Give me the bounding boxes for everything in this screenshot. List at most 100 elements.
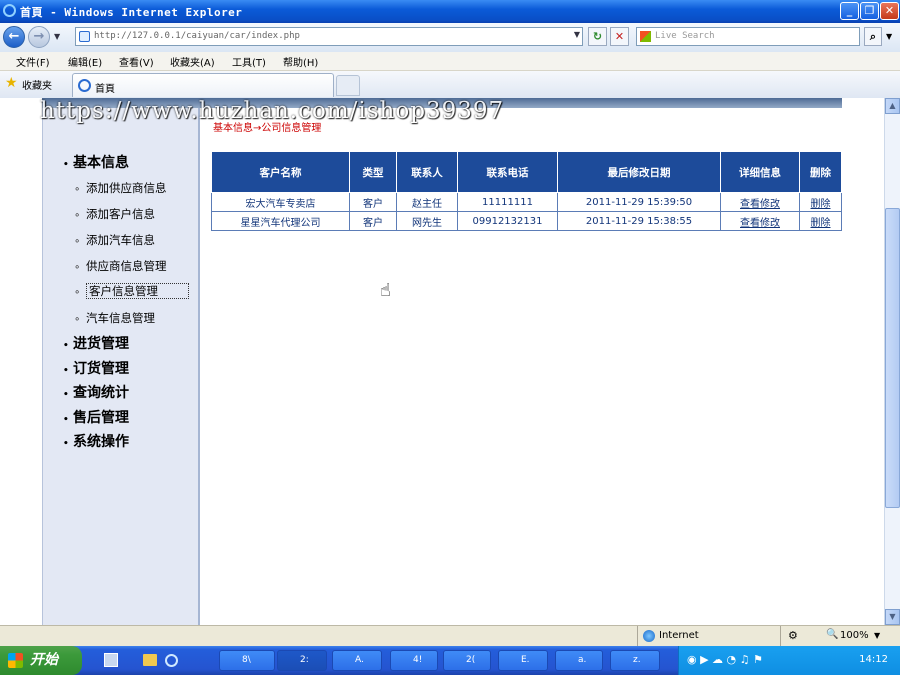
search-options-icon[interactable]: ▼ bbox=[886, 32, 892, 41]
scroll-thumb[interactable] bbox=[885, 208, 900, 508]
sidebar-item-add-supplier[interactable]: ∘ 添加供应商信息 bbox=[74, 180, 167, 196]
delete-link[interactable]: 删除 bbox=[811, 218, 831, 229]
back-button[interactable]: ← bbox=[3, 26, 25, 48]
close-button[interactable]: ✕ bbox=[880, 2, 899, 20]
cell-contact: 赵主任 bbox=[396, 192, 458, 212]
table-row: 宏大汽车专卖店 客户 赵主任 11111111 2011-11-29 15:39… bbox=[211, 192, 842, 212]
protected-mode-icon[interactable]: ⚙ bbox=[788, 629, 798, 642]
taskbar-item-network[interactable]: z. bbox=[610, 650, 660, 671]
table-row: 星星汽车代理公司 客户 网先生 09912132131 2011-11-29 1… bbox=[211, 211, 842, 231]
status-bar: Internet ⚙ 🔍 100% ▼ bbox=[0, 625, 900, 647]
view-edit-link[interactable]: 查看修改 bbox=[740, 218, 780, 229]
status-divider bbox=[780, 626, 781, 647]
zoom-dropdown-icon[interactable]: ▼ bbox=[874, 631, 880, 640]
address-url[interactable]: http://127.0.0.1/caiyuan/car/index.php bbox=[94, 31, 300, 41]
cell-phone: 11111111 bbox=[457, 192, 558, 212]
col-header-customer-name: 客户名称 bbox=[211, 151, 350, 193]
menu-help[interactable]: 帮助(H) bbox=[283, 54, 318, 69]
menu-file[interactable]: 文件(F) bbox=[16, 54, 50, 69]
ie-logo-icon bbox=[3, 4, 16, 17]
col-header-details: 详细信息 bbox=[720, 151, 800, 193]
sidebar-category-orders[interactable]: • 订货管理 bbox=[63, 358, 129, 378]
live-search-icon bbox=[640, 31, 651, 42]
clock: 14:12 bbox=[859, 654, 888, 665]
taskbar-item-dreamweaver[interactable]: A. bbox=[332, 650, 382, 671]
search-icon[interactable]: ⌕ bbox=[864, 27, 882, 46]
status-zone: Internet bbox=[659, 630, 699, 641]
menu-favorites[interactable]: 收藏夹(A) bbox=[170, 54, 215, 69]
history-dropdown-icon[interactable]: ▼ bbox=[54, 32, 60, 41]
search-placeholder[interactable]: Live Search bbox=[655, 31, 715, 41]
view-edit-link[interactable]: 查看修改 bbox=[740, 199, 780, 210]
stop-icon[interactable]: ✕ bbox=[610, 27, 629, 46]
taskbar-item-qq[interactable]: 2( bbox=[443, 650, 491, 671]
window-title: 首頁 - Windows Internet Explorer bbox=[20, 6, 243, 19]
sidebar-category-statistics[interactable]: • 查询统计 bbox=[63, 382, 129, 402]
taskbar-item-word[interactable]: 4! bbox=[390, 650, 438, 671]
address-bar[interactable]: http://127.0.0.1/caiyuan/car/index.php ▼ bbox=[75, 27, 583, 46]
cell-modified-date: 2011-11-29 15:38:55 bbox=[557, 211, 721, 231]
tab-home-label: 首頁 bbox=[95, 84, 115, 95]
ie-quicklaunch-icon[interactable] bbox=[165, 654, 178, 667]
col-header-contact: 联系人 bbox=[396, 151, 458, 193]
sidebar-item-supplier-management[interactable]: ∘ 供应商信息管理 bbox=[74, 258, 167, 274]
search-box[interactable]: Live Search bbox=[636, 27, 860, 46]
window-title-bar[interactable]: 首頁 - Windows Internet Explorer _ ❐ ✕ bbox=[0, 0, 900, 23]
table-header-row: 客户名称 类型 联系人 联系电话 最后修改日期 详细信息 删除 bbox=[211, 151, 842, 193]
zoom-level[interactable]: 100% bbox=[840, 630, 869, 641]
minimize-button[interactable]: _ bbox=[840, 2, 859, 20]
taskbar: 开始 8\ 2: A. 4! 2( E. a. z. ◉ ▶ ☁ ◔ ♫ ⚑ 1… bbox=[0, 646, 900, 675]
address-dropdown-icon[interactable]: ▼ bbox=[574, 30, 580, 39]
cell-phone: 09912132131 bbox=[457, 211, 558, 231]
taskbar-item-app[interactable]: E. bbox=[498, 650, 548, 671]
customer-table: 客户名称 类型 联系人 联系电话 最后修改日期 详细信息 删除 宏大汽车专卖店 … bbox=[211, 151, 842, 231]
cell-details: 查看修改 bbox=[720, 211, 800, 231]
delete-link[interactable]: 删除 bbox=[811, 199, 831, 210]
cell-delete: 删除 bbox=[799, 192, 842, 212]
system-tray: ◉ ▶ ☁ ◔ ♫ ⚑ 14:12 bbox=[678, 646, 900, 675]
cell-contact: 网先生 bbox=[396, 211, 458, 231]
sidebar-item-add-customer[interactable]: ∘ 添加客户信息 bbox=[74, 206, 155, 222]
explorer-quicklaunch-icon[interactable] bbox=[143, 654, 157, 666]
menu-view[interactable]: 查看(V) bbox=[119, 54, 154, 69]
start-label: 开始 bbox=[30, 652, 58, 668]
favorites-star-icon[interactable]: ★ bbox=[5, 75, 18, 91]
cell-details: 查看修改 bbox=[720, 192, 800, 212]
maximize-button[interactable]: ❐ bbox=[860, 2, 879, 20]
col-header-type: 类型 bbox=[349, 151, 397, 193]
cell-delete: 删除 bbox=[799, 211, 842, 231]
cell-customer-name: 星星汽车代理公司 bbox=[211, 211, 350, 231]
refresh-icon[interactable]: ↻ bbox=[588, 27, 607, 46]
sidebar-item-customer-management[interactable]: ∘ 客户信息管理 bbox=[74, 283, 189, 299]
cell-type: 客户 bbox=[349, 192, 397, 212]
menu-bar: 文件(F) 编辑(E) 查看(V) 收藏夹(A) 工具(T) 帮助(H) bbox=[0, 52, 900, 71]
sidebar-item-car-management[interactable]: ∘ 汽车信息管理 bbox=[74, 310, 155, 326]
windows-logo-icon bbox=[8, 653, 23, 668]
show-desktop-icon[interactable] bbox=[104, 653, 118, 667]
breadcrumb: 基本信息→公司信息管理 bbox=[213, 123, 322, 134]
scroll-up-icon[interactable]: ▲ bbox=[885, 98, 900, 114]
sidebar-category-system[interactable]: • 系统操作 bbox=[63, 431, 129, 451]
col-header-phone: 联系电话 bbox=[457, 151, 558, 193]
tab-home[interactable]: 首頁 bbox=[72, 73, 334, 97]
sidebar-category-purchase[interactable]: • 进货管理 bbox=[63, 333, 129, 353]
menu-edit[interactable]: 编辑(E) bbox=[68, 54, 102, 69]
address-toolbar: ← → ▼ http://127.0.0.1/caiyuan/car/index… bbox=[0, 23, 900, 53]
taskbar-item-file[interactable]: a. bbox=[555, 650, 603, 671]
sidebar-category-after-sales[interactable]: • 售后管理 bbox=[63, 407, 129, 427]
scroll-down-icon[interactable]: ▼ bbox=[885, 609, 900, 625]
cell-type: 客户 bbox=[349, 211, 397, 231]
taskbar-item-folder[interactable]: 8\ bbox=[219, 650, 275, 671]
forward-button[interactable]: → bbox=[28, 26, 50, 48]
sidebar-item-add-car[interactable]: ∘ 添加汽车信息 bbox=[74, 232, 155, 248]
zoom-icon: 🔍 bbox=[826, 629, 839, 640]
taskbar-item-ie[interactable]: 2: bbox=[277, 650, 327, 671]
vertical-scrollbar[interactable]: ▲ ▼ bbox=[884, 98, 900, 625]
col-header-delete: 删除 bbox=[799, 151, 842, 193]
tray-icons[interactable]: ◉ ▶ ☁ ◔ ♫ ⚑ bbox=[687, 653, 763, 666]
favorites-label[interactable]: 收藏夹 bbox=[22, 77, 52, 92]
menu-tools[interactable]: 工具(T) bbox=[232, 54, 266, 69]
sidebar-category-basic-info[interactable]: • 基本信息 bbox=[63, 152, 129, 172]
start-button[interactable]: 开始 bbox=[0, 646, 82, 675]
new-tab-button[interactable] bbox=[336, 75, 360, 96]
